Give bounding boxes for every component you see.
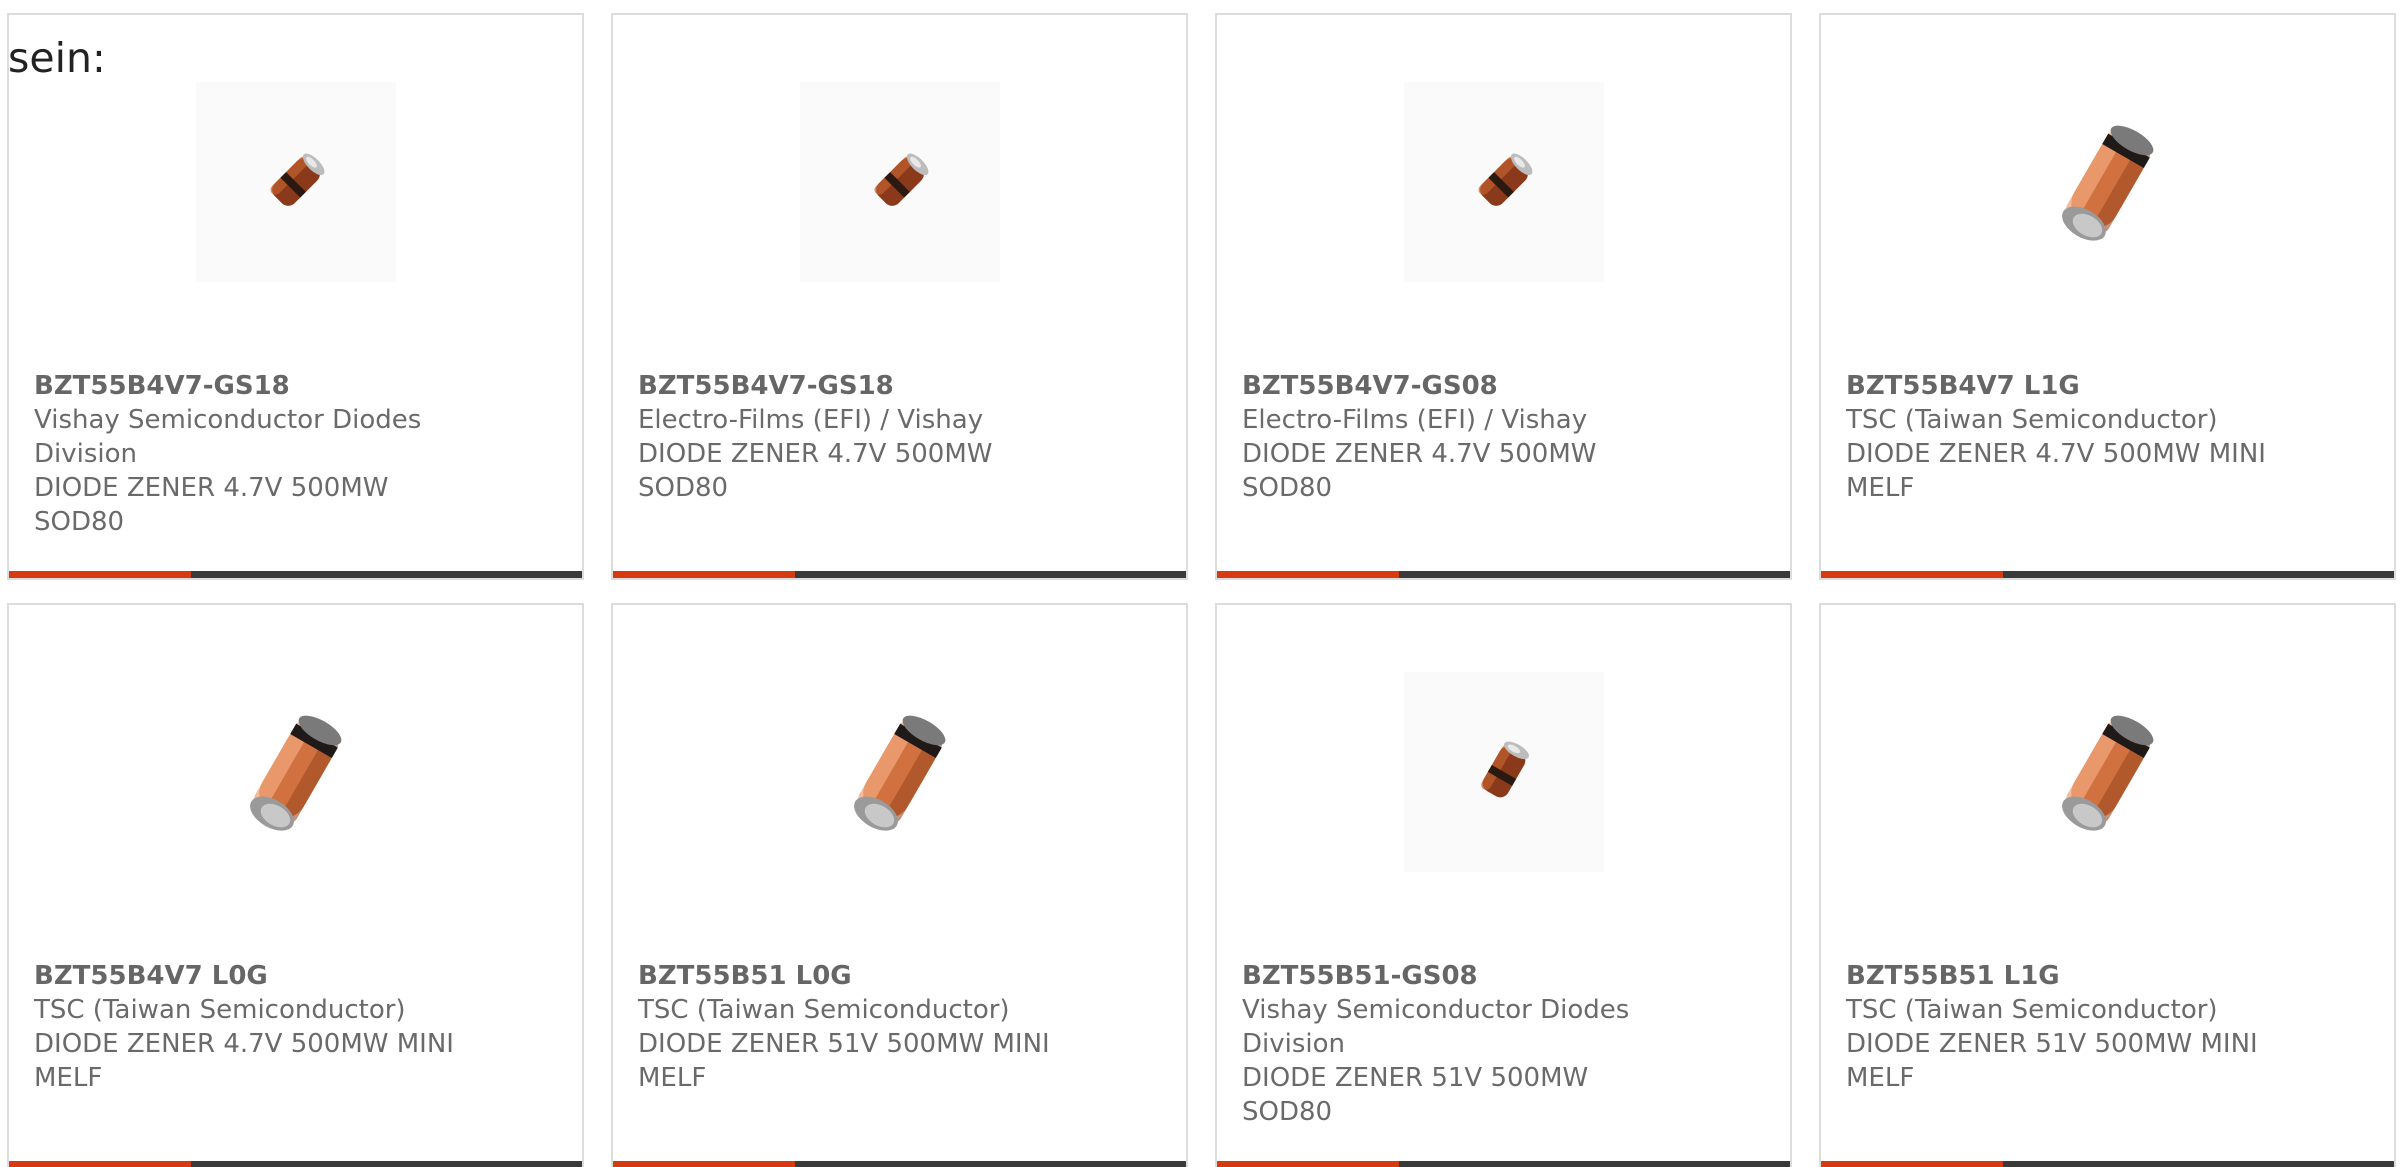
card-bottom-bar (9, 1161, 582, 1167)
sod80-diode-icon (1477, 153, 1532, 206)
part-number-link[interactable]: BZT55B4V7 L0G (34, 959, 554, 993)
part-number-link[interactable]: BZT55B4V7-GS18 (638, 369, 1158, 403)
card-accent-bar (613, 571, 795, 578)
product-card[interactable]: BZT55B4V7-GS18 Electro-Films (EFI) / Vis… (611, 13, 1188, 580)
product-card[interactable]: BZT55B51-GS08 Vishay Semiconductor Diode… (1215, 603, 1792, 1167)
sod80-diode-icon (1480, 741, 1529, 798)
manufacturer: TSC (Taiwan Semiconductor) (1846, 405, 2218, 435)
product-image[interactable] (800, 672, 1000, 872)
product-card[interactable]: BZT55B51 L1G TSC (Taiwan Semiconductor) … (1819, 603, 2396, 1167)
product-info: BZT55B4V7 L1G TSC (Taiwan Semiconductor)… (1846, 369, 2366, 505)
sod80-diode-icon (873, 153, 928, 206)
card-bottom-bar (1821, 1161, 2394, 1167)
description: DIODE ZENER 51V 500MW SOD80 (1242, 1063, 1589, 1127)
part-number-link[interactable]: BZT55B4V7-GS18 (34, 369, 554, 403)
product-info: BZT55B51 L0G TSC (Taiwan Semiconductor) … (638, 959, 1158, 1095)
mini-melf-diode-icon (2061, 715, 2153, 831)
part-number-link[interactable]: BZT55B4V7-GS08 (1242, 369, 1762, 403)
mini-melf-diode-icon (249, 715, 341, 831)
mini-melf-diode-icon (853, 715, 945, 831)
part-number-link[interactable]: BZT55B51 L1G (1846, 959, 2366, 993)
card-bottom-bar (613, 1161, 1186, 1167)
card-bottom-bar (1821, 571, 2394, 578)
product-info: BZT55B4V7-GS18 Vishay Semiconductor Diod… (34, 369, 554, 539)
product-info: BZT55B4V7 L0G TSC (Taiwan Semiconductor)… (34, 959, 554, 1095)
manufacturer: Vishay Semiconductor Diodes Division (34, 405, 422, 469)
description: DIODE ZENER 4.7V 500MW SOD80 (1242, 439, 1597, 503)
product-grid-page: sein: BZT55B4V7-GS18 Vishay Semiconducto… (0, 0, 2400, 1167)
product-image[interactable] (195, 82, 396, 282)
card-accent-bar (9, 1161, 191, 1167)
part-number-link[interactable]: BZT55B51-GS08 (1242, 959, 1762, 993)
product-image[interactable] (1403, 82, 1604, 282)
sod80-diode-icon (269, 153, 324, 206)
product-card[interactable]: BZT55B4V7-GS18 Vishay Semiconductor Diod… (7, 13, 584, 580)
card-bottom-bar (1217, 1161, 1790, 1167)
description: DIODE ZENER 4.7V 500MW SOD80 (638, 439, 993, 503)
card-accent-bar (613, 1161, 795, 1167)
product-card[interactable]: BZT55B4V7 L0G TSC (Taiwan Semiconductor)… (7, 603, 584, 1167)
description: DIODE ZENER 4.7V 500MW MINI MELF (34, 1029, 454, 1093)
intro-text: sein: (8, 34, 106, 82)
description: DIODE ZENER 4.7V 500MW SOD80 (34, 473, 389, 537)
card-accent-bar (9, 571, 191, 578)
card-accent-bar (1821, 1161, 2003, 1167)
card-bottom-bar (613, 571, 1186, 578)
description: DIODE ZENER 51V 500MW MINI MELF (1846, 1029, 2258, 1093)
part-number-link[interactable]: BZT55B4V7 L1G (1846, 369, 2366, 403)
product-image[interactable] (196, 672, 396, 872)
description: DIODE ZENER 4.7V 500MW MINI MELF (1846, 439, 2266, 503)
card-accent-bar (1217, 571, 1399, 578)
card-bottom-bar (1217, 571, 1790, 578)
card-bottom-bar (9, 571, 582, 578)
product-info: BZT55B4V7-GS18 Electro-Films (EFI) / Vis… (638, 369, 1158, 505)
card-accent-bar (1821, 571, 2003, 578)
manufacturer: TSC (Taiwan Semiconductor) (638, 995, 1010, 1025)
manufacturer: TSC (Taiwan Semiconductor) (34, 995, 406, 1025)
product-info: BZT55B51 L1G TSC (Taiwan Semiconductor) … (1846, 959, 2366, 1095)
manufacturer: TSC (Taiwan Semiconductor) (1846, 995, 2218, 1025)
product-image[interactable] (799, 82, 1000, 282)
product-image[interactable] (2008, 82, 2208, 282)
product-image[interactable] (1403, 672, 1604, 872)
manufacturer: Vishay Semiconductor Diodes Division (1242, 995, 1630, 1059)
manufacturer: Electro-Films (EFI) / Vishay (1242, 405, 1588, 435)
product-image[interactable] (2008, 672, 2208, 872)
manufacturer: Electro-Films (EFI) / Vishay (638, 405, 984, 435)
product-card[interactable]: BZT55B4V7-GS08 Electro-Films (EFI) / Vis… (1215, 13, 1792, 580)
part-number-link[interactable]: BZT55B51 L0G (638, 959, 1158, 993)
card-accent-bar (1217, 1161, 1399, 1167)
description: DIODE ZENER 51V 500MW MINI MELF (638, 1029, 1050, 1093)
product-info: BZT55B4V7-GS08 Electro-Films (EFI) / Vis… (1242, 369, 1762, 505)
product-card[interactable]: BZT55B51 L0G TSC (Taiwan Semiconductor) … (611, 603, 1188, 1167)
mini-melf-diode-icon (2061, 125, 2153, 241)
product-info: BZT55B51-GS08 Vishay Semiconductor Diode… (1242, 959, 1762, 1129)
product-card[interactable]: BZT55B4V7 L1G TSC (Taiwan Semiconductor)… (1819, 13, 2396, 580)
